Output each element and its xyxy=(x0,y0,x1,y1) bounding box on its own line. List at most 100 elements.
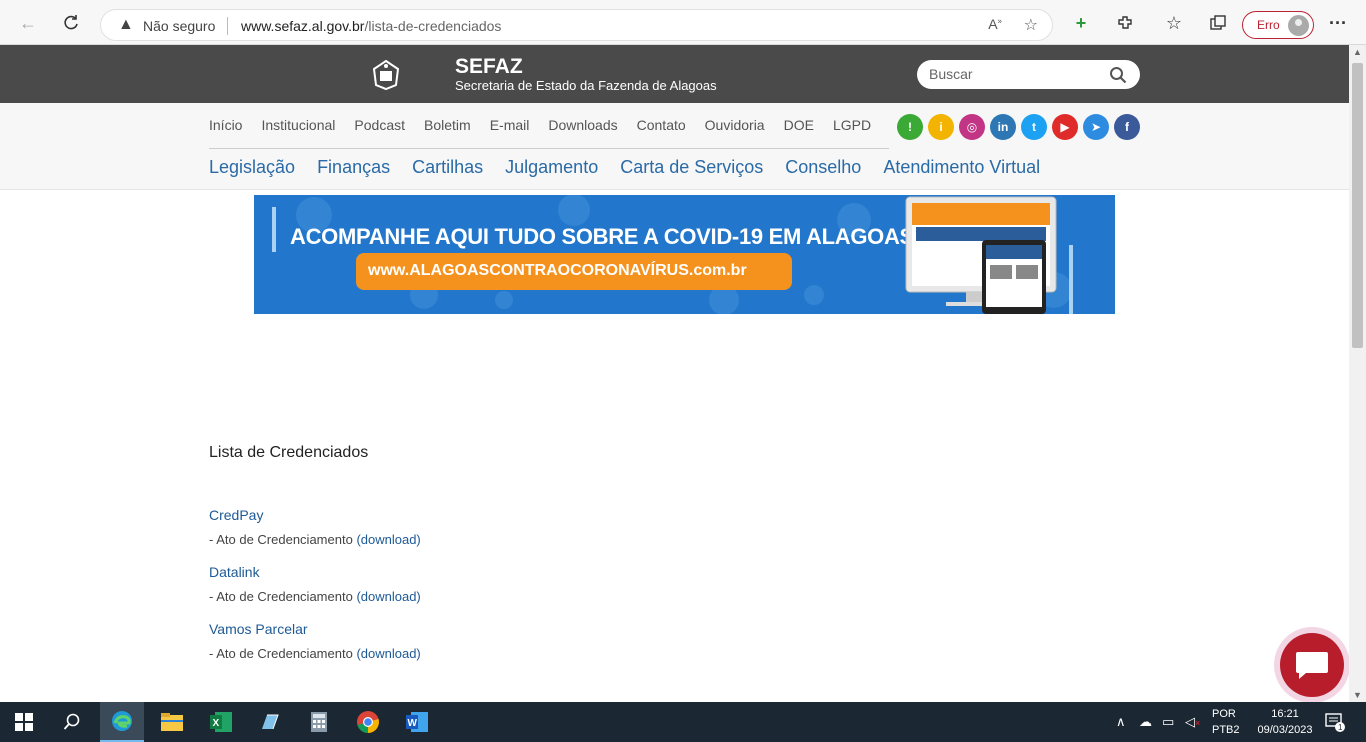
chat-bubble-icon xyxy=(1296,652,1328,679)
calculator-icon[interactable] xyxy=(297,702,341,742)
extensions-icon[interactable] xyxy=(1112,10,1138,36)
top-nav: Início Institucional Podcast Boletim E-m… xyxy=(209,117,890,133)
chat-button[interactable] xyxy=(1280,633,1344,697)
credenciado-link[interactable]: Datalink xyxy=(209,564,421,580)
nav-email[interactable]: E-mail xyxy=(490,117,530,133)
youtube-icon[interactable]: ▶ xyxy=(1052,114,1078,140)
telegram-icon[interactable]: ➤ xyxy=(1083,114,1109,140)
scroll-down-icon[interactable]: ▼ xyxy=(1353,690,1362,700)
nav-cartilhas[interactable]: Cartilhas xyxy=(412,157,483,178)
url-path: /lista-de-credenciados xyxy=(364,18,502,34)
search-icon[interactable] xyxy=(1109,66,1127,84)
notepad-icon[interactable] xyxy=(248,702,292,742)
ouvidoria-icon[interactable]: ! xyxy=(897,114,923,140)
nav-financas[interactable]: Finanças xyxy=(317,157,390,178)
clock-time: 16:21 xyxy=(1271,708,1299,720)
svg-text:X: X xyxy=(213,718,220,729)
address-bar[interactable]: ▲ Não seguro www.sefaz.al.gov.br/lista-d… xyxy=(100,9,1053,41)
nav-ouvidoria[interactable]: Ouvidoria xyxy=(705,117,765,133)
credenciado-link[interactable]: CredPay xyxy=(209,507,421,523)
svg-text:1: 1 xyxy=(1338,723,1343,732)
nav-inicio[interactable]: Início xyxy=(209,117,242,133)
edge-icon[interactable] xyxy=(100,702,144,742)
chevron-up-icon[interactable]: ∧ xyxy=(1116,714,1126,730)
url-text[interactable]: www.sefaz.al.gov.br/lista-de-credenciado… xyxy=(241,18,501,34)
file-explorer-icon[interactable] xyxy=(150,702,194,742)
favorites-icon[interactable]: ☆ xyxy=(1161,10,1187,36)
chat-widget xyxy=(1274,627,1350,703)
nav-contato[interactable]: Contato xyxy=(637,117,686,133)
list-item: CredPay - Ato de Credenciamento (downloa… xyxy=(209,507,421,547)
more-menu-icon[interactable]: ··· xyxy=(1325,10,1351,36)
nav-carta-de-servicos[interactable]: Carta de Serviços xyxy=(620,157,763,178)
info-icon[interactable]: i xyxy=(928,114,954,140)
taskbar: X W ∧ ☁ ▭ ◁× POR PTB2 16:21 09/03/2023 1 xyxy=(0,702,1366,742)
site-header: SEFAZ Secretaria de Estado da Fazenda de… xyxy=(0,45,1349,103)
read-aloud-icon[interactable]: A» xyxy=(988,16,1002,32)
brand-name[interactable]: SEFAZ xyxy=(455,55,523,79)
network-icon[interactable]: ▭ xyxy=(1162,714,1174,730)
warning-icon[interactable]: ▲ xyxy=(118,16,134,34)
nav-doe[interactable]: DOE xyxy=(784,117,814,133)
search-input[interactable] xyxy=(929,64,1099,84)
banner-url-button[interactable]: www.ALAGOASCONTRAOCORONAVÍRUS.com.br xyxy=(356,253,792,290)
language-indicator[interactable]: POR PTB2 xyxy=(1212,706,1240,738)
volume-muted-icon[interactable]: ◁× xyxy=(1185,714,1200,730)
excel-icon[interactable]: X xyxy=(199,702,243,742)
nav-podcast[interactable]: Podcast xyxy=(354,117,405,133)
add-extension-icon[interactable]: + xyxy=(1068,10,1094,36)
scroll-up-icon[interactable]: ▲ xyxy=(1353,47,1362,57)
nav-boletim[interactable]: Boletim xyxy=(424,117,471,133)
nav-julgamento[interactable]: Julgamento xyxy=(505,157,598,178)
profile-button[interactable]: Erro xyxy=(1242,11,1314,39)
svg-text:W: W xyxy=(408,718,418,729)
covid-banner[interactable]: ACOMPANHE AQUI TUDO SOBRE A COVID-19 EM … xyxy=(254,195,1115,314)
nav-downloads[interactable]: Downloads xyxy=(548,117,617,133)
instagram-icon[interactable]: ◎ xyxy=(959,114,985,140)
linkedin-icon[interactable]: in xyxy=(990,114,1016,140)
lang-secondary: PTB2 xyxy=(1212,724,1240,736)
credenciamento-line: - Ato de Credenciamento (download) xyxy=(209,646,421,661)
credenciamento-text: - Ato de Credenciamento xyxy=(209,589,353,604)
download-link[interactable]: (download) xyxy=(356,532,420,547)
lang-primary: POR xyxy=(1212,708,1236,720)
navigation: Início Institucional Podcast Boletim E-m… xyxy=(0,103,1349,190)
refresh-icon[interactable] xyxy=(58,10,84,36)
nav-conselho[interactable]: Conselho xyxy=(785,157,861,178)
nav-atendimento-virtual[interactable]: Atendimento Virtual xyxy=(883,157,1040,178)
windows-start-icon[interactable] xyxy=(2,702,46,742)
security-label[interactable]: Não seguro xyxy=(143,18,215,34)
crest-icon[interactable] xyxy=(370,57,402,91)
credenciamento-line: - Ato de Credenciamento (download) xyxy=(209,589,421,604)
facebook-icon[interactable]: f xyxy=(1114,114,1140,140)
chrome-icon[interactable] xyxy=(346,702,390,742)
cloud-off-icon[interactable]: ☁ xyxy=(1139,714,1152,730)
download-link[interactable]: (download) xyxy=(356,646,420,661)
banner-headline: ACOMPANHE AQUI TUDO SOBRE A COVID-19 EM … xyxy=(290,224,914,249)
download-link[interactable]: (download) xyxy=(356,589,420,604)
back-icon[interactable]: ← xyxy=(15,10,41,36)
notification-icon[interactable]: 1 xyxy=(1325,712,1345,735)
word-icon[interactable]: W xyxy=(395,702,439,742)
credenciamento-text: - Ato de Credenciamento xyxy=(209,646,353,661)
nav-legislacao[interactable]: Legislação xyxy=(209,157,295,178)
search-taskbar-icon[interactable] xyxy=(50,702,94,742)
clock[interactable]: 16:21 09/03/2023 xyxy=(1250,706,1320,738)
url-domain: www.sefaz.al.gov.br xyxy=(241,18,365,34)
main-nav: Legislação Finanças Cartilhas Julgamento… xyxy=(209,157,1062,178)
add-favorite-icon[interactable]: ☆ xyxy=(1024,15,1038,35)
nav-divider xyxy=(209,148,889,149)
search-box xyxy=(917,60,1140,89)
banner-url: www.ALAGOASCONTRAOCORONAVÍRUS.com.br xyxy=(368,262,747,279)
list-item: Vamos Parcelar - Ato de Credenciamento (… xyxy=(209,621,421,661)
nav-lgpd[interactable]: LGPD xyxy=(833,117,871,133)
social-links: ! i ◎ in t ▶ ➤ f xyxy=(897,114,1140,140)
page-title: Lista de Credenciados xyxy=(209,444,369,461)
scrollbar[interactable]: ▲ ▼ xyxy=(1349,45,1366,702)
collections-icon[interactable] xyxy=(1205,10,1231,36)
profile-label: Erro xyxy=(1257,18,1280,32)
nav-institucional[interactable]: Institucional xyxy=(261,117,335,133)
twitter-icon[interactable]: t xyxy=(1021,114,1047,140)
credenciado-link[interactable]: Vamos Parcelar xyxy=(209,621,421,637)
scroll-thumb[interactable] xyxy=(1352,63,1363,348)
